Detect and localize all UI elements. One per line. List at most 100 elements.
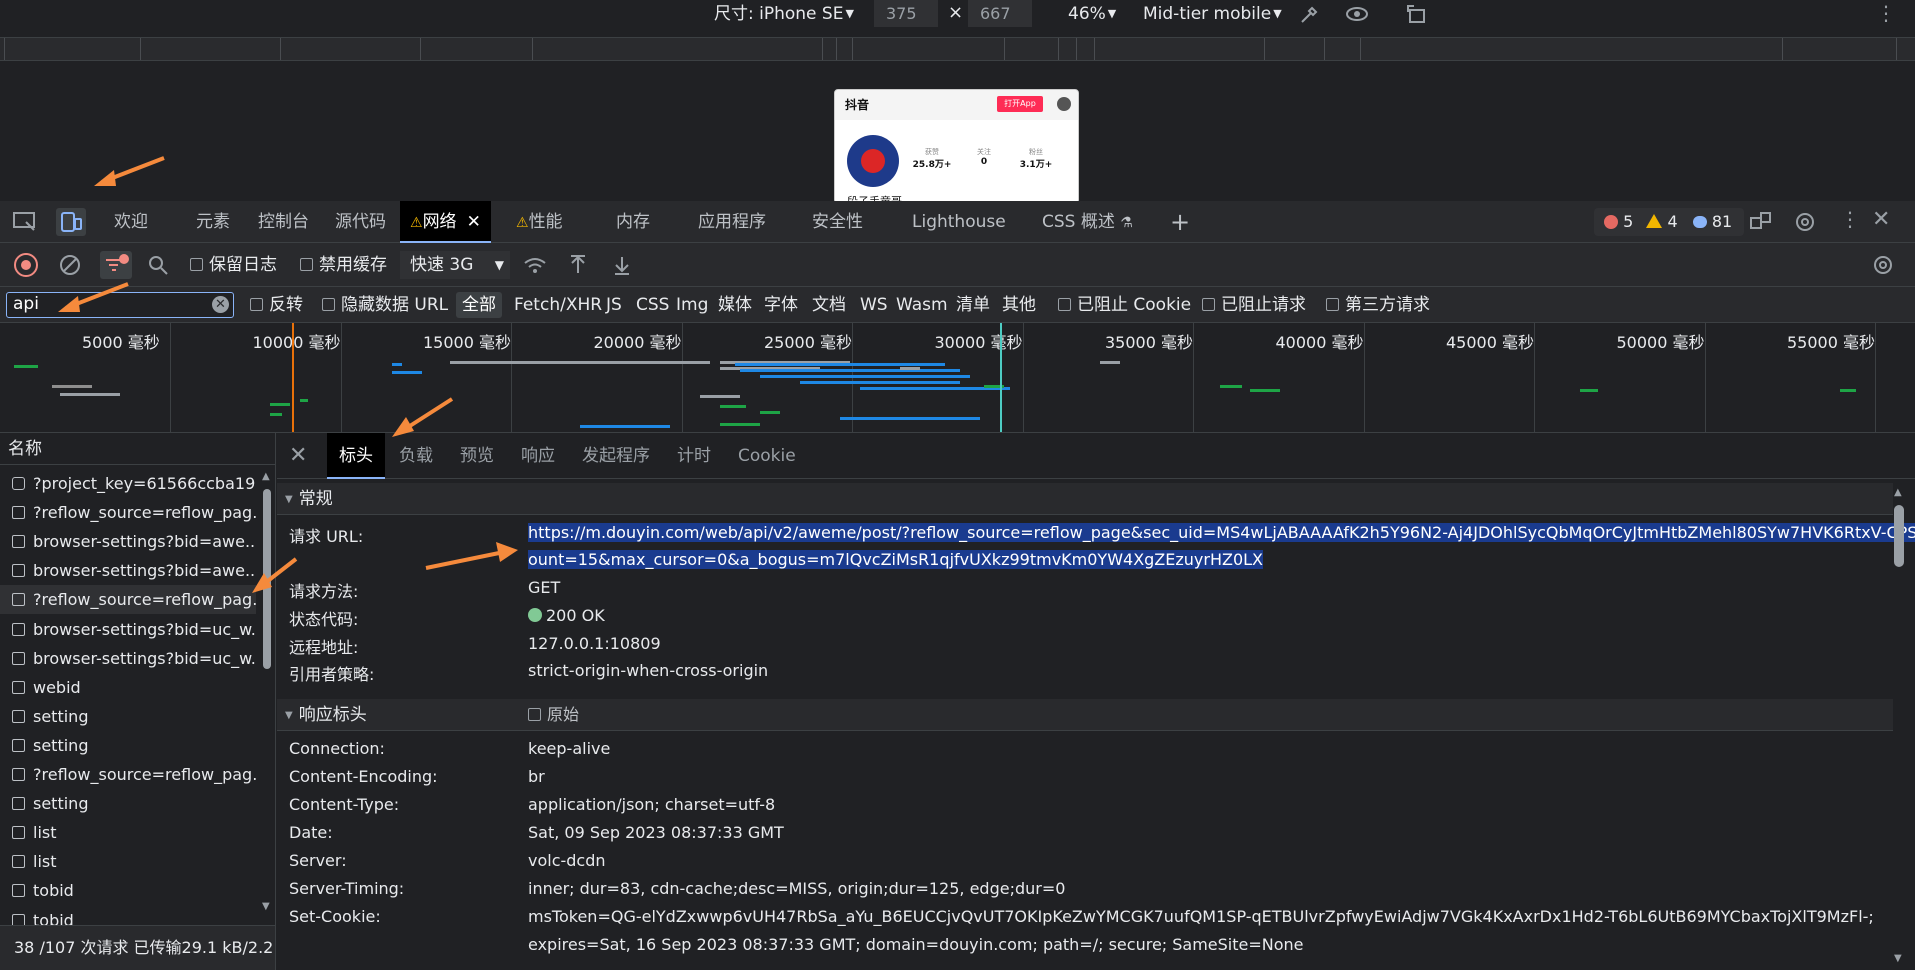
preserve-log-checkbox[interactable]: 保留日志 [190, 243, 277, 287]
inspect-element-icon[interactable] [12, 210, 38, 238]
media-query-segment[interactable] [280, 38, 281, 60]
close-detail-icon[interactable]: ✕ [289, 443, 307, 468]
request-row[interactable]: setting [0, 702, 256, 731]
tab-timing[interactable]: 计时 [677, 433, 711, 479]
media-query-segment[interactable] [532, 38, 533, 60]
device-dimensions-dropdown[interactable]: 尺寸: iPhone SE ▼ [714, 1, 854, 27]
request-row[interactable]: browser-settings?bid=uc_w... [0, 644, 256, 673]
filter-type-manifest[interactable]: 清单 [956, 287, 990, 323]
more-options-icon[interactable]: ⋮ [1840, 207, 1860, 231]
record-stop-icon[interactable] [14, 253, 38, 277]
settings-gear-icon[interactable] [1792, 210, 1818, 238]
tab-memory[interactable]: 内存 [616, 201, 650, 243]
filter-type-img[interactable]: Img [676, 287, 708, 323]
filter-type-wasm[interactable]: Wasm [896, 287, 948, 323]
tab-sources[interactable]: 源代码 [335, 201, 386, 243]
sensors-icon[interactable] [1344, 2, 1370, 26]
network-conditions-icon[interactable] [522, 253, 548, 281]
request-row[interactable]: browser-settings?bid=awe... [0, 527, 256, 556]
scroll-up-icon[interactable]: ▲ [262, 471, 270, 482]
device-toolbar-toggle-icon[interactable] [56, 208, 86, 236]
import-har-icon[interactable] [566, 253, 590, 281]
scroll-down-icon[interactable]: ▼ [1894, 953, 1902, 964]
media-query-segment[interactable] [4, 38, 5, 60]
network-settings-gear-icon[interactable] [1870, 253, 1896, 281]
device-height-input[interactable]: 667 [968, 0, 1032, 27]
media-query-segment[interactable] [1094, 38, 1095, 60]
tab-console[interactable]: 控制台 [258, 201, 309, 243]
issues-counter[interactable]: 5 4 81 [1594, 208, 1744, 236]
tab-network[interactable]: ⚠网络 ✕ [400, 201, 491, 243]
filter-type-js[interactable]: JS [606, 287, 622, 323]
tab-cookies[interactable]: Cookie [738, 433, 796, 479]
network-overview-timeline[interactable]: 5000 毫秒 10000 毫秒 15000 毫秒 20000 毫秒 25000 毫秒 3… [0, 323, 1915, 433]
request-row[interactable]: list [0, 847, 256, 876]
close-devtools-icon[interactable]: ✕ [1872, 207, 1890, 232]
scroll-down-icon[interactable]: ▼ [262, 901, 270, 912]
filter-type-doc[interactable]: 文档 [812, 287, 846, 323]
media-query-segment[interactable] [140, 38, 141, 60]
tab-security[interactable]: 安全性 [812, 201, 863, 243]
throttling-dropdown[interactable]: Mid-tier mobile ▼ [1143, 1, 1282, 27]
filter-type-fetch-xhr[interactable]: Fetch/XHR [514, 287, 602, 323]
media-query-segment[interactable] [1004, 38, 1005, 60]
request-url-value-cont[interactable]: ount=15&max_cursor=0&a_bogus=m7lQvcZiMsR… [528, 550, 1264, 569]
filter-type-other[interactable]: 其他 [1002, 287, 1036, 323]
request-row[interactable]: setting [0, 731, 256, 760]
detail-scrollbar[interactable]: ▲ ▼ [1891, 487, 1907, 970]
more-options-icon[interactable]: ⋮ [1876, 1, 1896, 25]
tab-preview[interactable]: 预览 [460, 433, 494, 479]
request-row[interactable]: ?reflow_source=reflow_pag... [0, 585, 256, 615]
blocked-requests-checkbox[interactable]: 已阻止请求 [1202, 287, 1306, 323]
eyedropper-icon[interactable] [1298, 2, 1322, 26]
filter-type-font[interactable]: 字体 [764, 287, 798, 323]
invert-checkbox[interactable]: 反转 [250, 287, 303, 323]
request-row[interactable]: ?reflow_source=reflow_pag... [0, 760, 256, 789]
blocked-cookies-checkbox[interactable]: 已阻止 Cookie [1058, 287, 1191, 323]
hide-data-urls-checkbox[interactable]: 隐藏数据 URL [322, 287, 448, 323]
media-query-segment[interactable] [822, 38, 823, 60]
filter-icon[interactable] [100, 251, 132, 279]
filter-type-css[interactable]: CSS [636, 287, 669, 323]
request-row[interactable]: browser-settings?bid=uc_w... [0, 615, 256, 644]
rotate-icon[interactable] [1404, 2, 1430, 26]
add-tab-icon[interactable]: + [1170, 201, 1190, 243]
device-width-input[interactable]: 375 [874, 0, 938, 27]
tab-css-overview[interactable]: CSS 概述 ⚗ [1042, 201, 1133, 243]
request-row[interactable]: setting [0, 789, 256, 818]
disable-cache-checkbox[interactable]: 禁用缓存 [300, 243, 387, 287]
customize-icon[interactable] [1748, 210, 1774, 238]
filter-type-all[interactable]: 全部 [456, 292, 502, 318]
request-row[interactable]: tobid [0, 876, 256, 905]
request-list-scrollbar[interactable]: ▲ ▼ [261, 469, 273, 925]
throttle-select[interactable]: 快速 3G ▼ [400, 251, 510, 279]
tab-initiator[interactable]: 发起程序 [582, 433, 650, 479]
tab-welcome[interactable]: 欢迎 [114, 201, 148, 243]
tab-performance[interactable]: ⚠性能 [516, 201, 563, 243]
tab-headers[interactable]: 标头 [327, 433, 385, 479]
request-row[interactable]: webid [0, 673, 256, 702]
filter-type-ws[interactable]: WS [860, 287, 888, 323]
open-app-button[interactable]: 打开App [997, 96, 1043, 112]
close-icon[interactable]: ✕ [467, 212, 481, 232]
tab-lighthouse[interactable]: Lighthouse [912, 201, 1006, 243]
media-query-segment[interactable] [836, 38, 837, 60]
response-headers-section-header[interactable]: ▼ 响应标头 [277, 699, 1893, 731]
emulated-device-screen[interactable]: 抖音 打开App 获赞 25.8万+ 关注 0 粉丝 3.1万+ 段子手童哥 [834, 89, 1079, 204]
scrollbar-thumb[interactable] [1894, 505, 1904, 567]
media-query-segment[interactable] [1896, 38, 1897, 60]
request-row[interactable]: ?reflow_source=reflow_pag... [0, 498, 256, 527]
tab-response[interactable]: 响应 [521, 433, 555, 479]
clear-icon[interactable] [58, 253, 82, 281]
clear-filter-icon[interactable]: ✕ [212, 296, 229, 313]
request-row[interactable]: tobid [0, 906, 256, 925]
general-section-header[interactable]: ▼ 常规 [277, 483, 1893, 515]
request-row[interactable]: browser-settings?bid=awe... [0, 556, 256, 585]
media-query-segment[interactable] [1782, 38, 1783, 60]
zoom-dropdown[interactable]: 46% ▼ [1068, 1, 1116, 27]
request-row[interactable]: list [0, 818, 256, 847]
column-header-name[interactable]: 名称 [0, 433, 275, 465]
tab-payload[interactable]: 负载 [399, 433, 433, 479]
export-har-icon[interactable] [610, 253, 634, 281]
media-query-segment[interactable] [852, 38, 853, 60]
